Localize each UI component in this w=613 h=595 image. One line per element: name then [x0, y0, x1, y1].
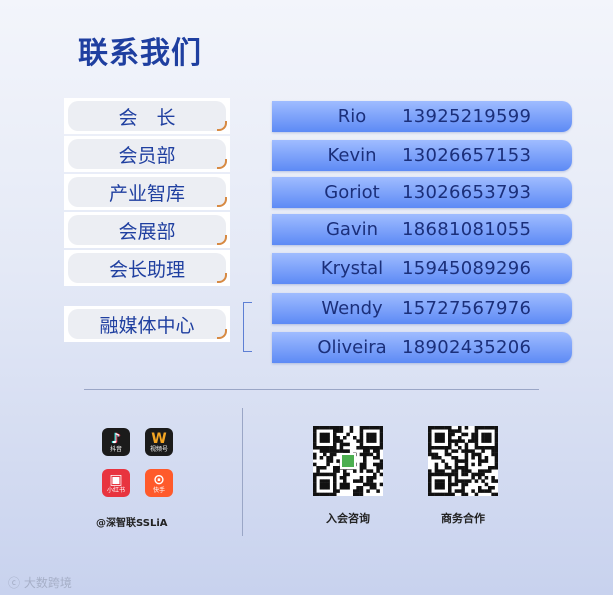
contact-row: Rio 13925219599	[272, 101, 572, 132]
dept-think-tank: 产业智库	[64, 174, 230, 210]
contact-row: Wendy 15727567976	[272, 293, 572, 324]
curl-decoration	[217, 121, 227, 131]
dept-media-center: 融媒体中心	[64, 306, 230, 342]
watermark-logo: ⓒ 大数跨境	[8, 574, 72, 591]
footer-divider	[242, 408, 243, 536]
page-title: 联系我们	[78, 36, 202, 71]
qr-code-business	[428, 426, 498, 496]
dept-label: 会员部	[68, 139, 226, 169]
dept-membership: 会员部	[64, 136, 230, 172]
section-divider	[84, 389, 539, 390]
channels-icon[interactable]: W 视频号	[145, 428, 173, 456]
curl-decoration	[217, 235, 227, 245]
contact-name: Rio	[337, 106, 367, 127]
qr-label: 商务合作	[441, 512, 485, 525]
curl-decoration	[217, 273, 227, 283]
dept-assistant: 会长助理	[64, 250, 230, 286]
contact-row: Krystal 15945089296	[272, 253, 572, 284]
contact-phone: 18902435206	[402, 337, 532, 358]
contact-row: Goriot 13026653793	[272, 177, 572, 208]
contact-row: Oliveira 18902435206	[272, 332, 572, 363]
dept-president: 会 长	[64, 98, 230, 134]
dept-label: 会 长	[68, 101, 226, 131]
contact-name: Krystal	[320, 258, 384, 279]
contact-row: Kevin 13026657153	[272, 140, 572, 171]
dept-label: 会长助理	[68, 253, 226, 283]
app-label: 快手	[152, 486, 165, 494]
dept-label: 融媒体中心	[68, 309, 226, 339]
curl-decoration	[217, 197, 227, 207]
curl-decoration	[217, 159, 227, 169]
contact-name: Goriot	[324, 182, 380, 203]
watermark-icon: ⓒ	[8, 576, 21, 590]
dept-exhibition: 会展部	[64, 212, 230, 248]
xiaohongshu-icon[interactable]: ▣ 小红书	[102, 469, 130, 497]
media-bracket	[243, 302, 252, 352]
kuaishou-icon[interactable]: ⊙ 快手	[145, 469, 173, 497]
contact-name: Gavin	[325, 219, 379, 240]
app-label: 抖音	[109, 445, 122, 453]
social-handle: @深智联SSLiA	[96, 518, 168, 529]
dept-label: 产业智库	[68, 177, 226, 207]
qr-label: 入会咨询	[326, 512, 370, 525]
dept-label: 会展部	[68, 215, 226, 245]
douyin-icon[interactable]: ♪ 抖音	[102, 428, 130, 456]
contact-name: Wendy	[321, 298, 383, 319]
curl-decoration	[217, 329, 227, 339]
contact-phone: 13026657153	[402, 145, 532, 166]
contact-phone: 13925219599	[402, 106, 532, 127]
contact-row: Gavin 18681081055	[272, 214, 572, 245]
contact-name: Kevin	[327, 145, 377, 166]
contact-phone: 15945089296	[402, 258, 532, 279]
app-label: 小红书	[106, 486, 125, 494]
contact-phone: 18681081055	[402, 219, 532, 240]
contact-name: Oliveira	[317, 337, 387, 358]
watermark-text: 大数跨境	[23, 576, 72, 590]
contact-phone: 13026653793	[402, 182, 532, 203]
qr-code-membership	[313, 426, 383, 496]
contact-phone: 15727567976	[402, 298, 532, 319]
app-label: 视频号	[149, 445, 168, 453]
